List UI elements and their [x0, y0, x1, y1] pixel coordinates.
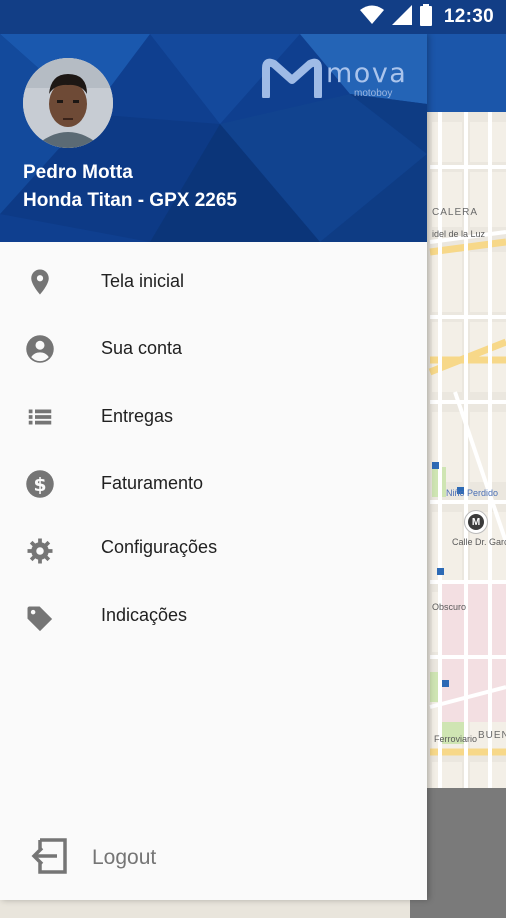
status-icons: 12:30 [359, 3, 494, 31]
menu-item-indicacoes[interactable]: Indicações [0, 586, 427, 646]
status-time: 12:30 [443, 6, 494, 27]
drawer-header: mova motoboy Pedro Motta Honda Titan - G… [0, 34, 427, 242]
location-pin-icon [25, 267, 55, 297]
map-label-calera: CALERA [432, 207, 479, 218]
menu-item-faturamento[interactable]: $ Faturamento [0, 454, 427, 514]
account-circle-icon [25, 334, 55, 364]
menu-item-label: Indicações [101, 605, 188, 625]
metro-marker-icon[interactable]: M [464, 510, 488, 534]
map-label-ferroviario: Ferroviario [434, 734, 478, 744]
menu-item-entregas[interactable]: Entregas [0, 387, 427, 447]
brand-logo-icon [262, 58, 322, 98]
navigation-drawer: mova motoboy Pedro Motta Honda Titan - G… [0, 34, 427, 900]
battery-icon [419, 3, 432, 31]
menu-item-label: Tela inicial [101, 271, 185, 291]
dollar-circle-icon: $ [25, 469, 55, 499]
brand-tagline: motoboy [354, 88, 393, 99]
tag-icon [25, 604, 55, 634]
menu-item-label: Faturamento [101, 473, 204, 493]
logout-icon [31, 837, 69, 875]
gear-icon [25, 536, 55, 566]
menu-item-configuracoes[interactable]: Configurações [0, 518, 427, 578]
map-label-obscuro: Obscuro [432, 602, 467, 612]
svg-text:$: $ [33, 475, 46, 496]
wifi-icon [359, 5, 384, 30]
user-name: Pedro Motta [23, 162, 133, 183]
user-vehicle: Honda Titan - GPX 2265 [23, 190, 237, 211]
logout-label: Logout [92, 846, 157, 869]
brand-logo: mova motoboy [262, 56, 407, 102]
status-bar: 12:30 [0, 0, 506, 34]
map-label-buenos: BUENOS [478, 730, 506, 741]
map-label-nino-perdido: Niño Perdido [446, 488, 499, 498]
map-label-calle-garcia: Calle Dr. García [452, 537, 506, 547]
map-label-luz: idel de la Luz [432, 229, 486, 239]
menu-item-label: Configurações [101, 537, 218, 557]
logout-button[interactable]: Logout [0, 824, 427, 890]
brand-name: mova [326, 58, 408, 89]
menu-item-tela-inicial[interactable]: Tela inicial [0, 252, 427, 312]
list-icon [25, 402, 55, 432]
avatar[interactable] [23, 58, 113, 148]
signal-icon [391, 4, 412, 30]
menu-item-label: Sua conta [101, 338, 183, 358]
menu-item-label: Entregas [101, 406, 174, 426]
menu-item-sua-conta[interactable]: Sua conta [0, 319, 427, 379]
